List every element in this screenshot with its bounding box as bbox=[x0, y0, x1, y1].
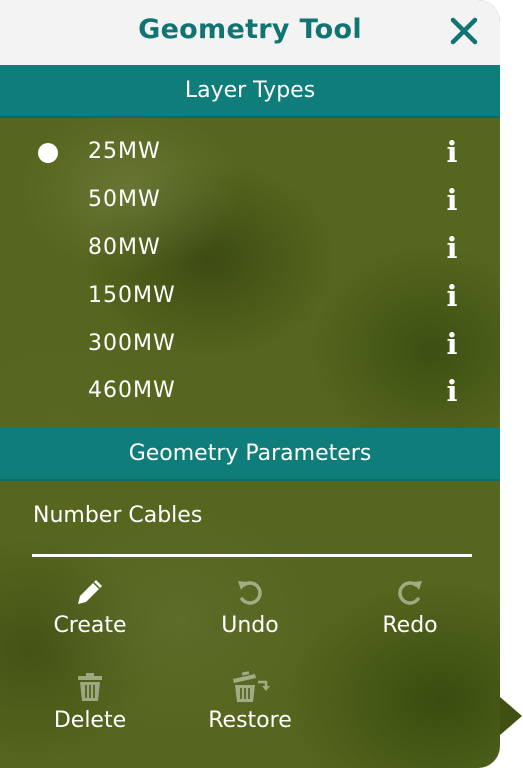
layer-option-80mw[interactable]: 80MW i bbox=[0, 225, 500, 273]
layer-label: 80MW bbox=[88, 235, 161, 260]
layer-option-25mw[interactable]: 25MW i bbox=[0, 129, 500, 177]
layer-types-header: Layer Types bbox=[0, 65, 500, 118]
create-button[interactable]: Create bbox=[20, 575, 160, 655]
undo-label: Undo bbox=[221, 613, 279, 638]
trash-icon bbox=[78, 673, 102, 701]
create-label: Create bbox=[53, 613, 127, 638]
info-icon[interactable]: i bbox=[441, 184, 463, 216]
geometry-tool-panel: Geometry Tool Layer Types 25MW i 50MW i … bbox=[0, 0, 500, 768]
restore-label: Restore bbox=[208, 708, 292, 733]
layer-option-150mw[interactable]: 150MW i bbox=[0, 273, 500, 321]
redo-icon bbox=[398, 581, 422, 605]
close-button[interactable] bbox=[442, 9, 486, 53]
layer-label: 25MW bbox=[88, 139, 161, 164]
undo-icon bbox=[238, 581, 262, 605]
number-cables-input[interactable] bbox=[32, 490, 472, 557]
layer-option-300mw[interactable]: 300MW i bbox=[0, 321, 500, 369]
delete-label: Delete bbox=[53, 708, 127, 733]
panel-header: Geometry Tool bbox=[0, 0, 500, 65]
info-icon[interactable]: i bbox=[441, 280, 463, 312]
info-icon[interactable]: i bbox=[441, 136, 463, 168]
layer-label: 150MW bbox=[88, 283, 176, 308]
layer-option-50mw[interactable]: 50MW i bbox=[0, 177, 500, 225]
redo-label: Redo bbox=[382, 613, 438, 638]
layer-option-460mw[interactable]: 460MW i bbox=[0, 368, 500, 416]
geometry-parameters-header: Geometry Parameters bbox=[0, 428, 500, 481]
restore-button[interactable]: Restore bbox=[180, 670, 320, 750]
layer-label: 300MW bbox=[88, 331, 176, 356]
restore-trash-icon bbox=[233, 671, 270, 702]
info-icon[interactable]: i bbox=[441, 232, 463, 264]
info-icon[interactable]: i bbox=[441, 375, 463, 407]
layer-label: 50MW bbox=[88, 187, 161, 212]
undo-button[interactable]: Undo bbox=[180, 575, 320, 655]
selected-radio-indicator bbox=[38, 143, 58, 163]
close-icon bbox=[450, 17, 478, 45]
delete-button[interactable]: Delete bbox=[20, 670, 160, 750]
panel-title: Geometry Tool bbox=[138, 14, 362, 45]
redo-button[interactable]: Redo bbox=[340, 575, 480, 655]
panel-pointer-arrow bbox=[500, 697, 522, 735]
pencil-icon bbox=[78, 580, 102, 604]
layer-label: 460MW bbox=[88, 378, 176, 403]
info-icon[interactable]: i bbox=[441, 328, 463, 360]
